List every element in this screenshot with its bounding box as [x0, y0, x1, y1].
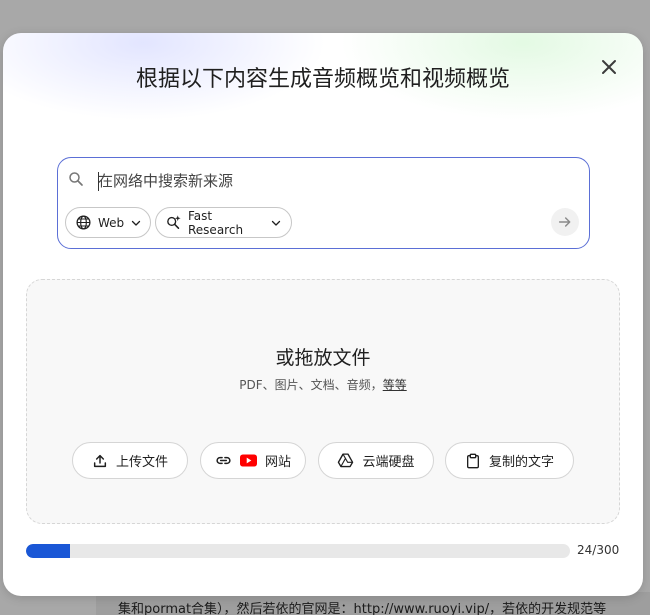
drop-zone-title: 或拖放文件: [275, 347, 371, 369]
website-source-button[interactable]: 网站: [200, 442, 306, 479]
google-drive-button[interactable]: 云端硬盘: [318, 442, 434, 479]
sparkle-search-icon: [167, 215, 181, 229]
add-sources-dialog: 根据以下内容生成音频概览和视频概览 Web: [3, 33, 643, 596]
close-button[interactable]: [597, 55, 621, 79]
arrow-right-icon: [558, 217, 571, 227]
drop-zone-subtitle: PDF、图片、文档、音频，等等: [27, 376, 619, 393]
chevron-down-icon: [132, 220, 141, 226]
upload-files-label: 上传文件: [115, 455, 168, 470]
search-icon: [69, 172, 83, 186]
link-icon: [216, 456, 231, 465]
upload-icon: [93, 454, 107, 467]
web-search-input[interactable]: [98, 169, 558, 193]
website-source-label: 网站: [264, 455, 291, 470]
upload-files-button[interactable]: 上传文件: [72, 442, 188, 479]
submit-search-button[interactable]: [551, 208, 579, 236]
file-drop-zone[interactable]: 或拖放文件 PDF、图片、文档、音频，等等 上传文件 网站 云端硬盘 复制的文字: [26, 279, 620, 524]
google-drive-label: 云端硬盘: [362, 455, 415, 470]
source-count-label: 24/300: [577, 543, 620, 557]
supported-formats-text: PDF、图片、文档、音频，: [239, 378, 383, 392]
more-formats-link[interactable]: 等等: [383, 378, 407, 392]
drive-icon: [338, 453, 354, 468]
research-mode-dropdown[interactable]: Fast Research: [155, 207, 292, 238]
research-mode-label: Fast Research: [188, 208, 244, 237]
dialog-header-glow: [3, 33, 643, 173]
paste-text-button[interactable]: 复制的文字: [445, 442, 574, 479]
web-search-box: Web Fast Research: [57, 157, 590, 249]
dialog-title: 根据以下内容生成音频概览和视频概览: [135, 67, 510, 92]
paste-text-label: 复制的文字: [488, 455, 554, 470]
source-limit-progress-bar: [26, 544, 570, 558]
youtube-icon: [239, 454, 257, 467]
text-cursor: [98, 172, 99, 191]
background-text: 集和pormat合集），然后若依的官网是：http://www.ruoyi.vi…: [118, 602, 607, 615]
close-icon: [602, 60, 616, 74]
chevron-down-icon: [271, 220, 281, 226]
globe-icon: [76, 215, 91, 230]
source-type-label: Web: [98, 215, 125, 230]
clipboard-icon: [466, 453, 479, 468]
source-type-dropdown[interactable]: Web: [65, 207, 151, 238]
source-limit-progress-fill: [26, 544, 70, 558]
